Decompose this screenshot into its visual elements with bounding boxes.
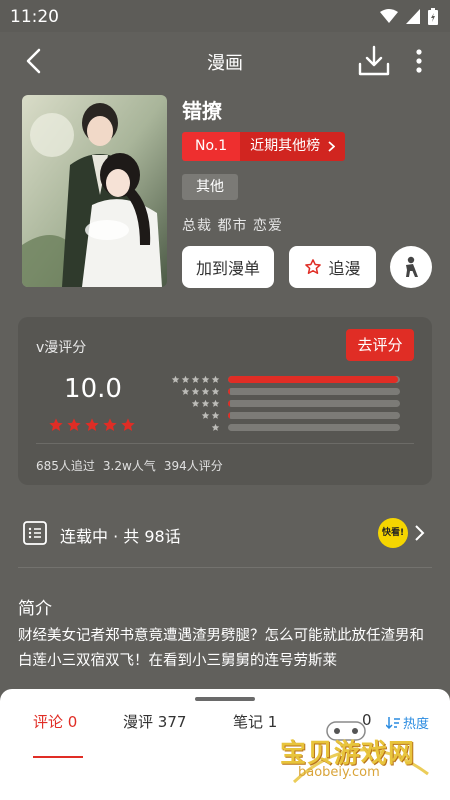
followers-count: 685人追过 <box>36 459 95 473</box>
small-star-icon <box>211 399 220 407</box>
chevron-right-icon <box>328 141 336 152</box>
tab-notes-count: 1 <box>267 713 278 731</box>
serial-status: 连载中 · 共 98话 <box>60 527 181 546</box>
tab-manga-reviews-label: 漫评 <box>123 713 154 731</box>
follow-button[interactable]: 追漫 <box>289 246 376 288</box>
rating-bar-track <box>228 412 400 419</box>
download-icon[interactable] <box>356 44 392 78</box>
small-star-icon <box>171 375 180 383</box>
small-star-icon <box>201 375 210 383</box>
rating-row-stars <box>168 411 220 420</box>
rating-divider <box>36 443 414 444</box>
small-star-icon <box>191 375 200 383</box>
chapter-list-row[interactable]: 连载中 · 共 98话 快看! <box>18 508 432 558</box>
reader-mode-button[interactable] <box>390 246 432 288</box>
rating-distribution-row <box>168 423 400 432</box>
rating-row-stars <box>168 387 220 396</box>
rating-bar-track <box>228 388 400 395</box>
status-icons <box>380 8 438 25</box>
small-star-icon <box>191 387 200 395</box>
rating-bar-fill <box>228 388 230 395</box>
rank-list-link[interactable]: 近期其他榜 <box>240 132 346 161</box>
small-star-icon <box>201 387 210 395</box>
score-star-icon <box>85 418 99 431</box>
small-star-icon <box>201 411 210 419</box>
small-star-icon <box>191 399 200 407</box>
rating-bar-track <box>228 424 400 431</box>
chevron-right-icon <box>415 525 425 541</box>
small-star-icon <box>181 387 190 395</box>
rating-bar-fill <box>228 412 230 419</box>
more-vertical-icon[interactable] <box>405 46 433 76</box>
rating-distribution-row <box>168 399 400 408</box>
rank-number: No.1 <box>182 132 241 161</box>
small-star-icon <box>211 375 220 383</box>
comic-cover[interactable] <box>22 95 167 287</box>
rank-list-label: 近期其他榜 <box>250 138 321 154</box>
small-star-icon <box>181 375 190 383</box>
section-divider <box>18 567 432 568</box>
follow-label: 追漫 <box>328 259 361 278</box>
rating-bar-track <box>228 400 400 407</box>
popularity-count: 3.2w人气 <box>102 459 156 473</box>
reader-figure-icon <box>406 256 418 277</box>
sheet-drag-handle[interactable] <box>195 697 255 701</box>
add-to-manga-list-button[interactable]: 加到漫单 <box>182 246 274 288</box>
tab-comments-label: 评论 <box>33 713 64 731</box>
rating-bar-fill <box>228 400 230 407</box>
rank-badge[interactable]: No.1 近期其他榜 <box>182 132 346 161</box>
score-star-icon <box>103 418 117 431</box>
comic-tags: 总裁 都市 恋爱 <box>182 218 283 234</box>
rating-row-stars <box>168 375 220 384</box>
status-bar: 11:20 <box>0 0 450 32</box>
tab-comments[interactable]: 评论 0 <box>33 711 77 732</box>
rating-card: v漫评分 去评分 10.0 685人追过 3.2w人气 394人评分 <box>18 317 432 485</box>
nav-bar: 漫画 <box>0 32 450 90</box>
watermark-url: baobeiy.com <box>298 765 380 780</box>
active-tab-underline <box>33 756 83 758</box>
rating-label: v漫评分 <box>36 340 87 356</box>
tab-manga-reviews[interactable]: 漫评 377 <box>123 711 186 732</box>
score-star-icon <box>121 418 135 431</box>
signal-icon <box>406 9 420 24</box>
tab-notes[interactable]: 笔记 1 <box>233 711 277 732</box>
comic-title: 错撩 <box>182 99 222 123</box>
small-star-icon <box>201 399 210 407</box>
tab-manga-reviews-count: 377 <box>157 713 187 731</box>
small-star-icon <box>211 387 220 395</box>
rating-row-stars <box>168 399 220 408</box>
rate-button[interactable]: 去评分 <box>346 329 414 361</box>
star-outline-icon <box>305 259 322 274</box>
rating-row-stars <box>168 423 220 432</box>
rating-distribution-row <box>168 375 400 384</box>
small-star-icon <box>211 423 220 431</box>
intro-text[interactable]: 财经美女记者郑书意竟遭遇渣男劈腿？怎么可能就此放任渣男和白莲小三双宿双飞！在看到… <box>18 624 432 690</box>
score-star-icon <box>49 418 63 431</box>
kuaikan-source-badge: 快看! <box>378 518 408 548</box>
add-to-manga-list-label: 加到漫单 <box>195 259 260 278</box>
score-stars <box>48 417 136 433</box>
raters-count: 394人评分 <box>163 459 223 473</box>
rating-distribution-row <box>168 387 400 396</box>
score-star-icon <box>67 418 81 431</box>
wifi-icon <box>380 9 398 23</box>
genre-tag[interactable]: 其他 <box>182 174 238 200</box>
small-star-icon <box>211 411 220 419</box>
rating-bar-fill <box>228 376 399 383</box>
tab-notes-label: 笔记 <box>233 713 264 731</box>
rating-bar-track <box>228 376 400 383</box>
cover-illustration <box>22 95 167 287</box>
status-time: 11:20 <box>10 7 59 27</box>
chapter-list-icon <box>23 521 47 545</box>
rating-distribution-row <box>168 411 400 420</box>
tab-comments-count: 0 <box>67 713 78 731</box>
battery-icon <box>428 8 438 25</box>
intro-heading: 简介 <box>18 599 52 619</box>
rating-score: 10.0 <box>64 374 122 404</box>
rating-stats: 685人追过 3.2w人气 394人评分 <box>36 457 223 474</box>
